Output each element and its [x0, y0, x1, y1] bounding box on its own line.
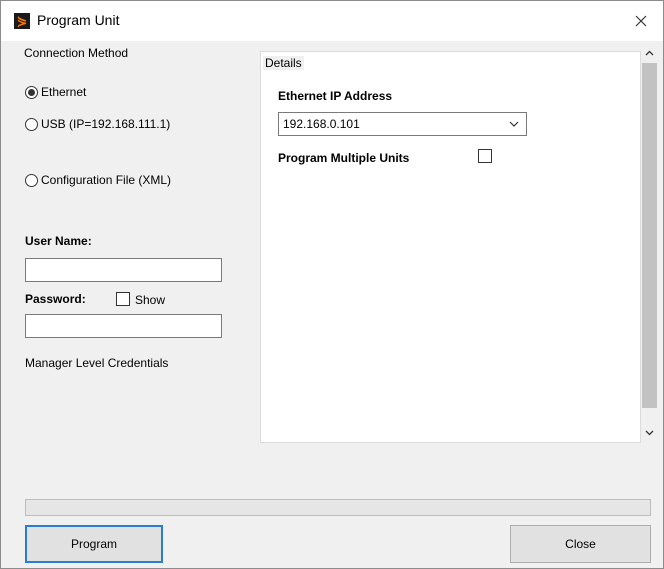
app-logo-icon: ⋟	[14, 13, 30, 29]
user-name-label: User Name:	[25, 234, 92, 248]
program-unit-dialog: ⋟ Program Unit Connection Method Etherne…	[0, 0, 664, 569]
close-icon	[635, 15, 647, 27]
close-button[interactable]: Close	[510, 525, 651, 563]
show-password-label: Show	[135, 293, 166, 307]
title-bar: ⋟ Program Unit	[1, 1, 663, 41]
radio-config-file-indicator[interactable]	[25, 173, 38, 187]
radio-config-file[interactable]: Configuration File (XML)	[25, 173, 171, 187]
program-multiple-checkbox[interactable]	[478, 149, 492, 163]
radio-usb-indicator[interactable]	[25, 117, 38, 131]
radio-ethernet[interactable]: Ethernet	[25, 85, 86, 99]
user-name-field[interactable]	[25, 258, 222, 282]
radio-usb-label: USB (IP=192.168.111.1)	[41, 117, 171, 131]
password-field[interactable]	[25, 314, 222, 338]
details-group-label: Details	[263, 56, 304, 70]
program-multiple-label: Program Multiple Units	[278, 151, 410, 165]
radio-ethernet-label: Ethernet	[41, 85, 87, 99]
details-scrollbar[interactable]	[641, 45, 658, 445]
show-password-checkbox[interactable]	[116, 292, 130, 306]
scroll-thumb[interactable]	[642, 63, 657, 408]
scroll-up-icon[interactable]	[644, 48, 655, 59]
scroll-down-icon[interactable]	[644, 427, 655, 438]
ethernet-ip-dropdown[interactable]: 192.168.0.101	[278, 112, 527, 136]
close-window-button[interactable]	[625, 7, 657, 35]
radio-ethernet-indicator[interactable]	[25, 85, 38, 99]
radio-config-file-label: Configuration File (XML)	[41, 173, 172, 187]
program-button[interactable]: Program	[25, 525, 163, 563]
connection-method-label: Connection Method	[24, 46, 129, 60]
details-panel	[260, 51, 641, 443]
credentials-note: Manager Level Credentials	[25, 356, 169, 370]
chevron-down-icon	[509, 121, 519, 127]
password-label: Password:	[25, 292, 86, 306]
ethernet-ip-value: 192.168.0.101	[283, 117, 360, 131]
ethernet-ip-label: Ethernet IP Address	[278, 89, 393, 103]
radio-usb[interactable]: USB (IP=192.168.111.1)	[25, 117, 170, 131]
window-title: Program Unit	[37, 12, 120, 28]
progress-bar	[25, 499, 651, 516]
